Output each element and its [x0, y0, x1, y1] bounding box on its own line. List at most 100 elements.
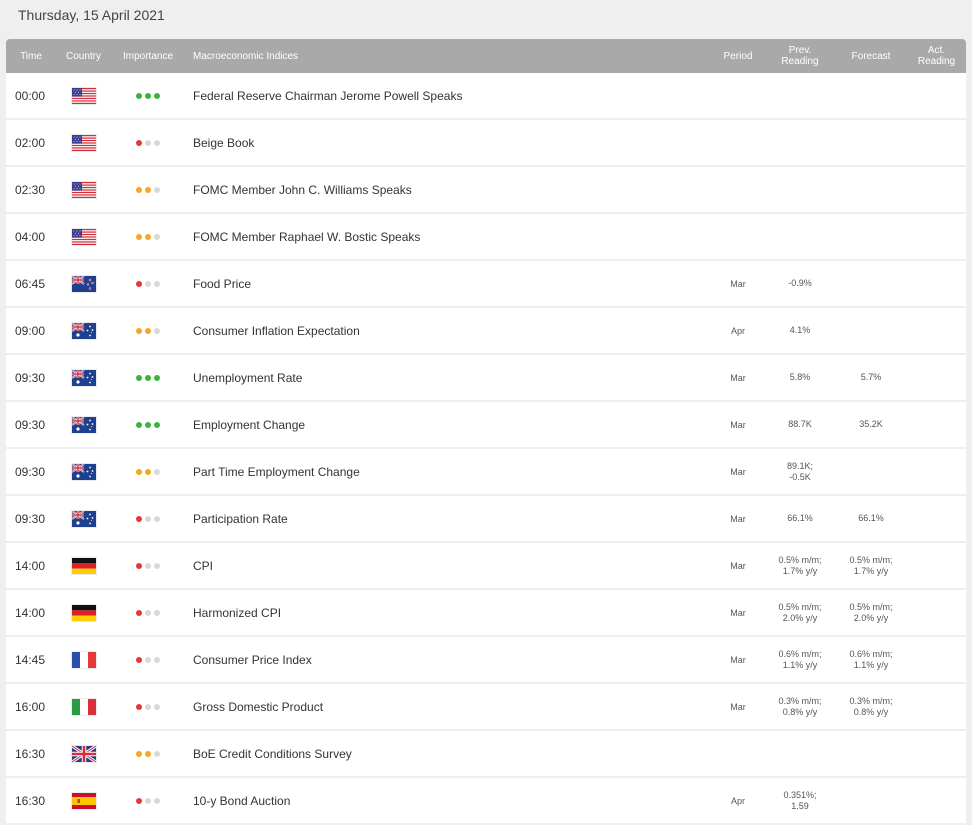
column-header-actual-reading[interactable]: Act. Reading: [907, 45, 966, 67]
prev-reading-line2: -0.5K: [789, 471, 811, 482]
importance-dot: [145, 327, 151, 334]
table-row[interactable]: 09:30 Participation Rate Mar 66.1% 66.1%: [6, 496, 966, 543]
event-name[interactable]: 10-y Bond Auction: [185, 794, 711, 808]
forecast-line1: 66.1%: [858, 513, 884, 523]
importance-dot: [154, 374, 160, 381]
forecast-line1: 0.5% m/m;: [849, 601, 893, 612]
event-name[interactable]: Participation Rate: [185, 512, 711, 526]
importance-indicator: [111, 421, 185, 428]
table-row[interactable]: 16:00 Gross Domestic Product Mar 0.3% m/m; 0…: [6, 684, 966, 731]
forecast-value: 0.6% m/m; 1.1% y/y: [835, 649, 907, 671]
column-header-prev-reading[interactable]: Prev. Reading: [765, 45, 835, 67]
event-name[interactable]: FOMC Member John C. Williams Speaks: [185, 183, 711, 197]
au-flag: [71, 510, 96, 527]
importance-indicator: [111, 327, 185, 334]
importance-dot: [154, 468, 160, 475]
event-name[interactable]: Food Price: [185, 277, 711, 291]
event-time: 14:00: [15, 605, 46, 620]
country-cell: [56, 416, 111, 433]
event-time: 16:00: [15, 699, 46, 714]
column-header-importance[interactable]: Importance: [111, 51, 185, 62]
forecast-line1: 5.7%: [860, 372, 882, 382]
de-flag: [71, 604, 96, 621]
prev-reading-line1: 88.7K: [788, 419, 812, 429]
event-time: 02:00: [15, 135, 46, 150]
table-row[interactable]: 16:30 BoE Credit Conditions Survey: [6, 731, 966, 778]
table-row[interactable]: 09:30 Unemployment Rate Mar 5.8% 5.7%: [6, 355, 966, 402]
prev-reading-line1: 5.8%: [789, 372, 811, 382]
importance-dots: [136, 750, 160, 757]
table-row[interactable]: 14:00 Harmonized CPI Mar 0.5% m/m; 2.0% y/y 0…: [6, 590, 966, 637]
importance-dots: [136, 186, 160, 193]
table-row[interactable]: 09:00 Consumer Inflation Expectation Apr 4.…: [6, 308, 966, 355]
economic-calendar-table: Time Country Importance Macroeconomic In…: [6, 39, 966, 825]
country-cell: [56, 510, 111, 527]
table-row[interactable]: 14:45 Consumer Price Index Mar 0.6% m/m; 1.1…: [6, 637, 966, 684]
column-header-period[interactable]: Period: [711, 51, 765, 62]
importance-dots: [136, 703, 160, 710]
table-row[interactable]: 09:30 Employment Change Mar 88.7K 35.2K: [6, 402, 966, 449]
prev-reading: 89.1K; -0.5K: [765, 461, 835, 483]
country-cell: [56, 604, 111, 621]
forecast-line1: 35.2K: [859, 419, 883, 429]
importance-indicator: [111, 562, 185, 569]
date-header: Thursday, 15 April 2021: [18, 7, 165, 23]
event-name[interactable]: BoE Credit Conditions Survey: [185, 747, 711, 761]
importance-dot: [154, 750, 160, 757]
column-header-forecast[interactable]: Forecast: [835, 51, 907, 62]
table-row[interactable]: 06:45 Food Price Mar -0.9%: [6, 261, 966, 308]
country-cell: [56, 463, 111, 480]
event-name[interactable]: Beige Book: [185, 136, 711, 150]
event-name[interactable]: Federal Reserve Chairman Jerome Powell S…: [185, 89, 711, 103]
event-name[interactable]: Employment Change: [185, 418, 711, 432]
country-cell: [56, 322, 111, 339]
importance-dot: [154, 515, 160, 522]
prev-reading: 0.5% m/m; 1.7% y/y: [765, 555, 835, 577]
event-name[interactable]: Part Time Employment Change: [185, 465, 711, 479]
event-name[interactable]: Gross Domestic Product: [185, 700, 711, 714]
prev-reading-line2: 2.0% y/y: [782, 612, 818, 623]
prev-reading-line2: 1.7% y/y: [782, 565, 818, 576]
column-header-indices[interactable]: Macroeconomic Indices: [185, 51, 711, 62]
event-name[interactable]: Consumer Price Index: [185, 653, 711, 667]
table-row[interactable]: 14:00 CPI Mar 0.5% m/m; 1.7% y/y 0.5% m/m; 1.7…: [6, 543, 966, 590]
event-period: Mar: [730, 278, 746, 289]
prev-reading-line1: 0.351%;: [783, 789, 817, 800]
event-name[interactable]: Harmonized CPI: [185, 606, 711, 620]
event-name[interactable]: CPI: [185, 559, 711, 573]
event-time: 09:30: [15, 464, 46, 479]
country-cell: [56, 557, 111, 574]
importance-indicator: [111, 703, 185, 710]
table-row[interactable]: 02:30 FOMC Member John C. Williams Speaks: [6, 167, 966, 214]
importance-dot: [136, 374, 142, 381]
table-row[interactable]: 02:00 Beige Book: [6, 120, 966, 167]
us-flag: [71, 134, 96, 151]
forecast-line1: 0.5% m/m;: [849, 554, 893, 565]
importance-dot: [136, 703, 142, 710]
table-row[interactable]: 09:30 Part Time Employment Change Mar 89.1K…: [6, 449, 966, 496]
importance-dot: [145, 280, 151, 287]
country-cell: [56, 181, 111, 198]
event-time: 16:30: [15, 746, 46, 761]
importance-indicator: [111, 139, 185, 146]
prev-reading-line1: 0.5% m/m;: [778, 554, 822, 565]
importance-indicator: [111, 797, 185, 804]
importance-dots: [136, 280, 160, 287]
event-name[interactable]: Unemployment Rate: [185, 371, 711, 385]
us-flag: [71, 228, 96, 245]
importance-dots: [136, 327, 160, 334]
event-name[interactable]: FOMC Member Raphael W. Bostic Speaks: [185, 230, 711, 244]
column-header-country[interactable]: Country: [56, 51, 111, 62]
table-row[interactable]: 16:30 10-y Bond Auction Apr 0.351%; 1.59: [6, 778, 966, 825]
event-name[interactable]: Consumer Inflation Expectation: [185, 324, 711, 338]
importance-dot: [136, 421, 142, 428]
forecast-value: 66.1%: [835, 513, 907, 524]
table-row[interactable]: 00:00 Federal Reserve Chairman Jerome Pow…: [6, 73, 966, 120]
prev-reading: 0.5% m/m; 2.0% y/y: [765, 602, 835, 624]
importance-dots: [136, 233, 160, 240]
table-row[interactable]: 04:00 FOMC Member Raphael W. Bostic Speak…: [6, 214, 966, 261]
importance-indicator: [111, 515, 185, 522]
event-period: Mar: [730, 419, 746, 430]
event-period: Mar: [730, 372, 746, 383]
column-header-time[interactable]: Time: [6, 51, 56, 62]
